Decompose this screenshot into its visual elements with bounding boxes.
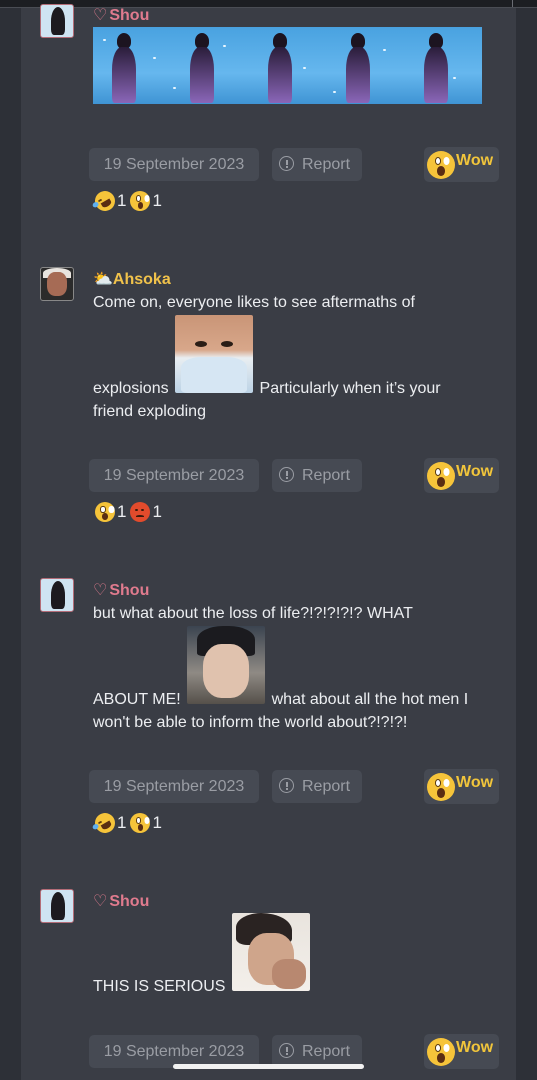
heart-icon: ♡ bbox=[93, 582, 108, 599]
attached-image[interactable] bbox=[93, 27, 482, 104]
inline-image[interactable] bbox=[175, 314, 254, 393]
report-button[interactable]: Report bbox=[272, 770, 362, 803]
angry-emoji-icon bbox=[130, 502, 151, 522]
comment-text: THIS IS SERIOUS bbox=[93, 913, 503, 999]
inline-image[interactable] bbox=[187, 625, 266, 704]
report-icon bbox=[279, 156, 294, 171]
astonished-emoji-icon bbox=[427, 1038, 455, 1066]
comment-text: Come on, everyone likes to see aftermath… bbox=[93, 294, 441, 420]
report-button[interactable]: Report bbox=[272, 459, 362, 492]
report-icon bbox=[279, 467, 294, 482]
rofl-emoji-icon bbox=[91, 809, 119, 837]
reaction-summary[interactable]: 1 1 bbox=[91, 187, 166, 215]
wow-reaction-button[interactable]: Wow bbox=[424, 769, 499, 804]
comment-date: 19 September 2023 bbox=[89, 148, 259, 181]
author-name[interactable]: ⛅Ahsoka bbox=[93, 269, 171, 289]
astonished-emoji-icon bbox=[427, 462, 455, 490]
avatar[interactable] bbox=[40, 578, 74, 612]
comment-date: 19 September 2023 bbox=[89, 459, 259, 492]
report-icon bbox=[279, 1043, 294, 1058]
avatar[interactable] bbox=[40, 889, 74, 923]
astonished-emoji-icon bbox=[427, 773, 455, 801]
astonished-emoji-icon bbox=[427, 151, 455, 179]
rofl-emoji-icon bbox=[91, 187, 119, 215]
comment-date: 19 September 2023 bbox=[89, 770, 259, 803]
window-top-bar bbox=[0, 0, 537, 8]
report-button[interactable]: Report bbox=[272, 148, 362, 181]
avatar[interactable] bbox=[40, 267, 74, 301]
avatar[interactable] bbox=[40, 4, 74, 38]
heart-icon: ♡ bbox=[93, 893, 108, 910]
inline-image[interactable] bbox=[231, 913, 310, 991]
astonished-emoji-icon bbox=[130, 191, 151, 211]
author-name[interactable]: ♡ Shou bbox=[93, 891, 149, 911]
reaction-summary[interactable]: 1 1 bbox=[91, 809, 166, 837]
home-indicator[interactable] bbox=[173, 1064, 364, 1069]
report-icon bbox=[279, 778, 294, 793]
astonished-emoji-icon bbox=[130, 813, 151, 833]
reaction-summary[interactable]: 1 1 bbox=[95, 502, 166, 522]
heart-icon: ♡ bbox=[93, 7, 108, 24]
author-name[interactable]: ♡ Shou bbox=[93, 580, 149, 600]
wow-reaction-button[interactable]: Wow bbox=[424, 147, 499, 182]
sun-behind-cloud-icon: ⛅ bbox=[93, 271, 113, 288]
wow-reaction-button[interactable]: Wow bbox=[424, 458, 499, 493]
author-name[interactable]: ♡ Shou bbox=[93, 5, 149, 25]
comment-text: but what about the loss of life?!?!?!?!?… bbox=[93, 605, 469, 731]
astonished-emoji-icon bbox=[95, 502, 115, 522]
wow-reaction-button[interactable]: Wow bbox=[424, 1034, 499, 1069]
